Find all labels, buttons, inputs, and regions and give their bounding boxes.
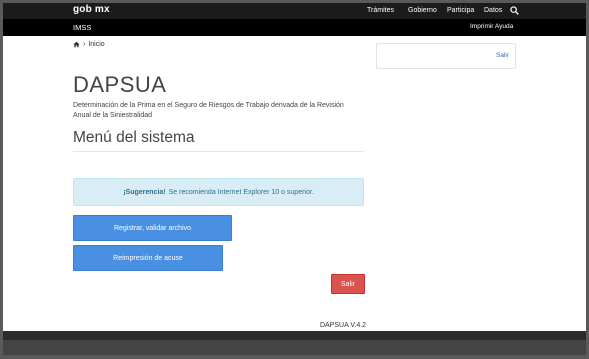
- nav-link-tramites[interactable]: Trámites: [367, 7, 394, 14]
- reimpresion-acuse-button[interactable]: Reimpresión de acuse: [73, 245, 223, 271]
- page-title: DAPSUA: [73, 72, 167, 97]
- window-frame-bottom: [0, 355, 589, 359]
- version-label: DAPSUA V.4.2: [320, 322, 367, 329]
- window-frame-left: [0, 0, 3, 359]
- search-icon[interactable]: [510, 6, 519, 15]
- imss-navbar: IMSS Imprimir Ayuda: [3, 19, 586, 36]
- home-icon[interactable]: [73, 41, 80, 48]
- gob-logo[interactable]: gob mx: [73, 4, 110, 15]
- breadcrumb-separator: ›: [83, 41, 86, 48]
- breadcrumb-inicio[interactable]: Inicio: [88, 41, 104, 48]
- footer: [3, 340, 586, 355]
- side-panel: Salir: [376, 43, 516, 69]
- imss-links[interactable]: Imprimir Ayuda: [470, 23, 513, 30]
- breadcrumb: › Inicio: [73, 41, 105, 48]
- suggestion-alert: ¡Sugerencia! Se recomienda Internet Expl…: [73, 178, 364, 206]
- registrar-validar-button[interactable]: Registrar, validar archivo: [73, 215, 232, 241]
- footer-top-band: [3, 331, 586, 340]
- nav-link-datos[interactable]: Datos: [484, 7, 502, 14]
- gob-navbar: gob mx Trámites Gobierno Participa Datos: [3, 3, 586, 19]
- nav-link-participa[interactable]: Participa: [447, 7, 474, 14]
- nav-link-gobierno[interactable]: Gobierno: [408, 7, 437, 14]
- alert-label: ¡Sugerencia!: [123, 188, 166, 196]
- heading-divider: [73, 151, 364, 152]
- salir-button[interactable]: Salir: [331, 274, 365, 294]
- alert-text: Se recomienda Internet Explorer 10 o sup…: [168, 188, 314, 196]
- menu-heading: Menú del sistema: [73, 129, 195, 146]
- page-subtitle: Determinación de la Prima en el Seguro d…: [73, 102, 344, 119]
- imss-title[interactable]: IMSS: [73, 23, 91, 32]
- side-salir-link[interactable]: Salir: [496, 52, 509, 59]
